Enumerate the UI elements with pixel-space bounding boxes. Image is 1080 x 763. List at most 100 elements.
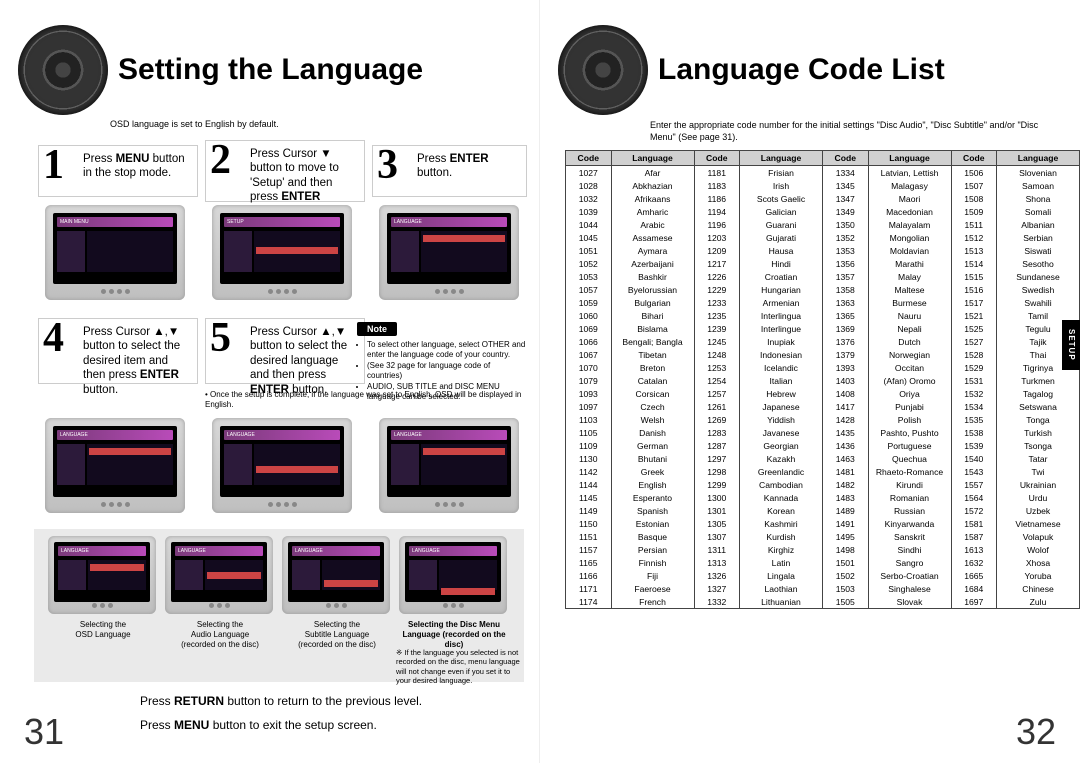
code-cell: 1257 (694, 387, 740, 400)
language-cell: Interlingua (740, 309, 823, 322)
language-cell: Tatar (997, 452, 1080, 465)
table-header: Code (823, 151, 869, 166)
language-cell: Albanian (997, 218, 1080, 231)
subtitle: Enter the appropriate code number for th… (650, 119, 1060, 143)
language-cell: Kirghiz (740, 543, 823, 556)
code-cell: 1253 (694, 361, 740, 374)
language-cell: Sindhi (868, 543, 951, 556)
table-row: 1067Tibetan1248Indonesian1379Norwegian15… (566, 348, 1080, 361)
code-cell: 1174 (566, 595, 612, 609)
table-header: Code (694, 151, 740, 166)
table-row: 1066Bengali; Bangla1245Inupiak1376Dutch1… (566, 335, 1080, 348)
return-instruction: Press RETURN button to return to the pre… (140, 694, 422, 708)
tv-mock-osd: LANGUAGE (48, 536, 156, 614)
language-cell: Bhutani (611, 452, 694, 465)
language-cell: Russian (868, 504, 951, 517)
code-cell: 1261 (694, 400, 740, 413)
language-cell: Latin (740, 556, 823, 569)
code-cell: 1039 (566, 205, 612, 218)
code-cell: 1356 (823, 257, 869, 270)
code-cell: 1379 (823, 348, 869, 361)
code-cell: 1181 (694, 166, 740, 180)
language-cell: Esperanto (611, 491, 694, 504)
language-cell: Hebrew (740, 387, 823, 400)
language-cell: Twi (997, 465, 1080, 478)
language-cell: Siswati (997, 244, 1080, 257)
code-cell: 1345 (823, 179, 869, 192)
language-cell: Frisian (740, 166, 823, 180)
language-cell: Afar (611, 166, 694, 180)
language-cell: Byelorussian (611, 283, 694, 296)
language-cell: Somali (997, 205, 1080, 218)
language-cell: Hungarian (740, 283, 823, 296)
code-cell: 1233 (694, 296, 740, 309)
language-cell: Javanese (740, 426, 823, 439)
tv-mock-discmenu: LANGUAGE (399, 536, 507, 614)
code-cell: 1067 (566, 348, 612, 361)
code-cell: 1408 (823, 387, 869, 400)
table-row: 1144English1299Cambodian1482Kirundi1557U… (566, 478, 1080, 491)
code-cell: 1283 (694, 426, 740, 439)
language-cell: Serbo-Croatian (868, 569, 951, 582)
code-cell: 1311 (694, 543, 740, 556)
language-cell: Lithuanian (740, 595, 823, 609)
code-cell: 1403 (823, 374, 869, 387)
table-row: 1069Bislama1239Interlingue1369Nepali1525… (566, 322, 1080, 335)
code-cell: 1196 (694, 218, 740, 231)
language-cell: Oriya (868, 387, 951, 400)
step-5-text: Press Cursor ▲,▼ button to select the de… (250, 326, 347, 396)
page-32: Language Code List Enter the appropriate… (540, 0, 1080, 763)
code-cell: 1632 (951, 556, 997, 569)
code-cell: 1665 (951, 569, 997, 582)
code-cell: 1145 (566, 491, 612, 504)
code-cell: 1305 (694, 517, 740, 530)
page-title: Language Code List (658, 54, 945, 86)
code-cell: 1059 (566, 296, 612, 309)
code-cell: 1248 (694, 348, 740, 361)
code-cell: 1697 (951, 595, 997, 609)
page-31: Setting the Language OSD language is set… (0, 0, 540, 763)
code-cell: 1327 (694, 582, 740, 595)
note-bullet: To select other language, select OTHER a… (367, 340, 527, 361)
language-cell: Estonian (611, 517, 694, 530)
language-cell: Greek (611, 465, 694, 478)
language-cell: Mongolian (868, 231, 951, 244)
language-cell: Bulgarian (611, 296, 694, 309)
language-cell: Croatian (740, 270, 823, 283)
language-cell: Uzbek (997, 504, 1080, 517)
code-cell: 1313 (694, 556, 740, 569)
language-cell: Latvian, Lettish (868, 166, 951, 180)
code-cell: 1489 (823, 504, 869, 517)
code-cell: 1539 (951, 439, 997, 452)
code-cell: 1436 (823, 439, 869, 452)
table-row: 1145Esperanto1300Kannada1483Romanian1564… (566, 491, 1080, 504)
language-cell: Guarani (740, 218, 823, 231)
step-4-text: Press Cursor ▲,▼ button to select the de… (83, 326, 180, 396)
language-cell: Corsican (611, 387, 694, 400)
subtitle: OSD language is set to English by defaul… (110, 119, 539, 129)
code-cell: 1495 (823, 530, 869, 543)
table-header: Code (566, 151, 612, 166)
code-cell: 1376 (823, 335, 869, 348)
code-cell: 1483 (823, 491, 869, 504)
table-row: 1051Aymara1209Hausa1353Moldavian1513Sisw… (566, 244, 1080, 257)
language-cell: Aymara (611, 244, 694, 257)
table-row: 1070Breton1253Icelandic1393Occitan1529Ti… (566, 361, 1080, 374)
table-row: 1039Amharic1194Galician1349Macedonian150… (566, 205, 1080, 218)
language-cell: Spanish (611, 504, 694, 517)
language-cell: Maltese (868, 283, 951, 296)
tv-mock-subtitle: LANGUAGE (282, 536, 390, 614)
speaker-icon (18, 25, 108, 115)
code-cell: 1572 (951, 504, 997, 517)
language-cell: Armenian (740, 296, 823, 309)
code-cell: 1482 (823, 478, 869, 491)
code-cell: 1149 (566, 504, 612, 517)
page-title: Setting the Language (118, 54, 423, 86)
table-row: 1151Basque1307Kurdish1495Sanskrit1587Vol… (566, 530, 1080, 543)
language-cell: Shona (997, 192, 1080, 205)
language-cell: Danish (611, 426, 694, 439)
language-cell: Bislama (611, 322, 694, 335)
code-cell: 1543 (951, 465, 997, 478)
caption-discmenu: Selecting the Disc MenuLanguage (recorde… (399, 620, 509, 650)
step-3-text: Press ENTER button. (417, 153, 489, 179)
